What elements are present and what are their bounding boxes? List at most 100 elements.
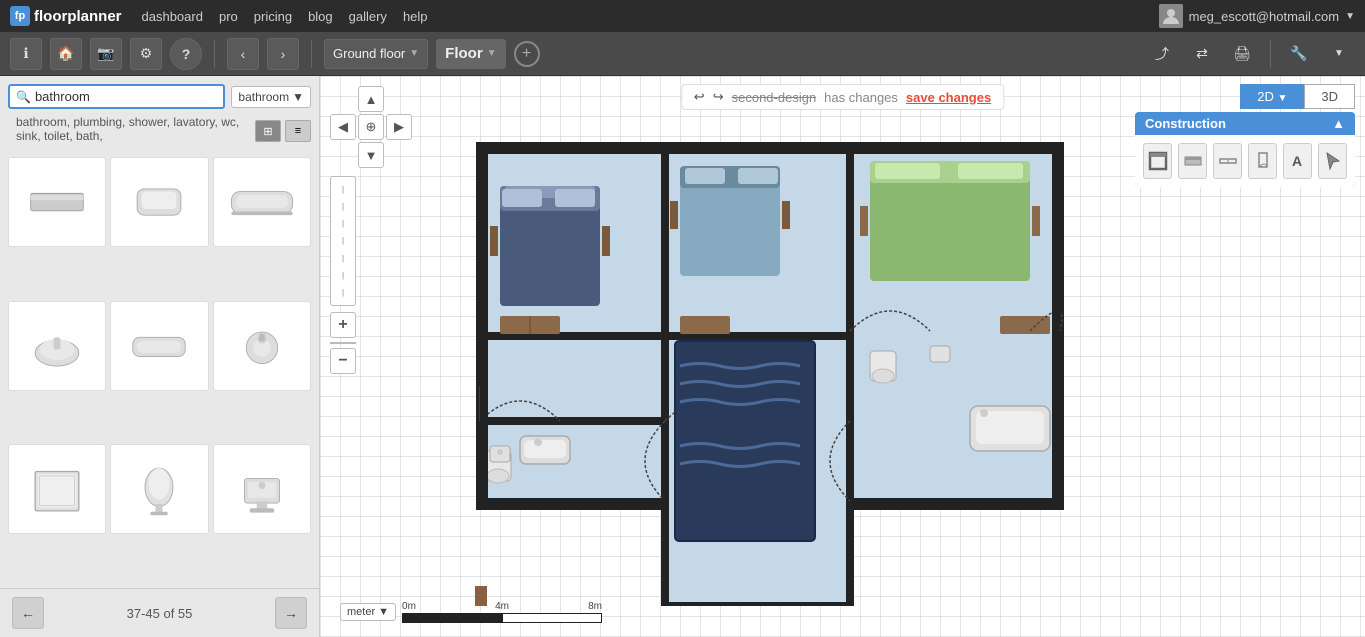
text-tool[interactable]: A	[1283, 143, 1312, 179]
floor-label: Ground floor	[333, 46, 405, 61]
list-item[interactable]	[213, 301, 311, 391]
next-page-button[interactable]: →	[275, 597, 307, 629]
scale-bar: meter ▼ 0m 4m 8m	[340, 601, 602, 623]
zoom-separator	[330, 342, 356, 344]
nav-left-button[interactable]: ‹	[227, 38, 259, 70]
zoom-in-button[interactable]: +	[330, 312, 356, 338]
network-button[interactable]: ⇄	[1186, 38, 1218, 70]
wall-tool[interactable]	[1143, 143, 1172, 179]
scale-label-0: 0m	[402, 601, 416, 612]
construction-title: Construction	[1145, 116, 1226, 131]
view-dropdown[interactable]: Floor ▼	[436, 39, 505, 69]
scale-label-8: 8m	[588, 601, 602, 612]
pan-up-button[interactable]: ▲	[358, 86, 384, 112]
nav-right-button[interactable]: ›	[267, 38, 299, 70]
photo-icon: 📷	[97, 45, 114, 62]
network-icon: ⇄	[1196, 45, 1208, 62]
scale-ruler: 0m 4m 8m	[402, 601, 602, 623]
nav-dashboard[interactable]: dashboard	[142, 9, 203, 24]
list-item[interactable]	[110, 444, 208, 534]
nav-help[interactable]: help	[403, 9, 428, 24]
item-image	[227, 454, 297, 524]
construction-collapse-icon[interactable]: ▲	[1332, 116, 1345, 131]
scale-bar-graphic	[402, 613, 602, 623]
save-changes-link[interactable]: save changes	[906, 90, 991, 105]
prev-page-button[interactable]: ←	[12, 597, 44, 629]
list-item[interactable]	[8, 157, 106, 247]
search-input[interactable]	[35, 89, 217, 104]
toolbar-sep-1	[214, 40, 215, 68]
gear-icon: ⚙	[140, 45, 153, 62]
gear-button[interactable]: ⚙	[130, 38, 162, 70]
logo-icon: fp	[10, 6, 30, 26]
pan-left-button[interactable]: ◀	[330, 114, 356, 140]
more-button[interactable]: ▼	[1323, 38, 1355, 70]
window-tool[interactable]	[1213, 143, 1242, 179]
item-image	[227, 167, 297, 237]
list-item[interactable]	[110, 301, 208, 391]
app-logo[interactable]: fp floorplanner	[10, 6, 122, 26]
item-image	[124, 311, 194, 381]
door-tool[interactable]	[1248, 143, 1277, 179]
more-icon: ▼	[1334, 48, 1344, 59]
view-toggle-btns: ⊞ ≡	[255, 120, 311, 142]
select-tool[interactable]	[1318, 143, 1347, 179]
user-area[interactable]: meg_escott@hotmail.com ▼	[1159, 4, 1355, 28]
left-panel: 🔍 bathroom ▼ bathroom, plumbing, shower,…	[0, 76, 320, 637]
add-floor-icon: +	[522, 45, 531, 63]
category-label: bathroom	[238, 90, 289, 104]
unit-dropdown[interactable]: meter ▼	[340, 603, 396, 621]
share-button[interactable]: ⤴	[1146, 38, 1178, 70]
list-item[interactable]	[110, 157, 208, 247]
floor-plan-svg[interactable]	[380, 126, 1080, 606]
category-dropdown[interactable]: bathroom ▼	[231, 86, 311, 108]
search-icon: 🔍	[16, 90, 31, 104]
list-item[interactable]	[213, 157, 311, 247]
nav-pro[interactable]: pro	[219, 9, 238, 24]
next-icon: →	[284, 605, 298, 621]
floor-dropdown[interactable]: Ground floor ▼	[324, 39, 428, 69]
top-navigation: fp floorplanner dashboard pro pricing bl…	[0, 0, 1365, 32]
photo-button[interactable]: 📷	[90, 38, 122, 70]
canvas-area[interactable]: ▲ ◀ ⊕ ▶ ▼ | | | | | | | + −	[320, 76, 1365, 637]
floor-dropdown-arrow: ▼	[409, 48, 419, 59]
list-item[interactable]	[8, 444, 106, 534]
toolbar-right: ⤴ ⇄ 🖨 🔧 ▼	[1146, 38, 1355, 70]
undo-icon[interactable]: ↩	[694, 89, 705, 105]
print-button[interactable]: 🖨	[1226, 38, 1258, 70]
grid-view-button[interactable]: ⊞	[255, 120, 281, 142]
item-image	[22, 311, 92, 381]
item-image	[227, 311, 297, 381]
home-icon: 🏠	[57, 45, 74, 62]
main-content: 🔍 bathroom ▼ bathroom, plumbing, shower,…	[0, 76, 1365, 637]
3d-view-button[interactable]: 3D	[1304, 84, 1355, 109]
wrench-button[interactable]: 🔧	[1283, 38, 1315, 70]
nav-gallery[interactable]: gallery	[349, 9, 387, 24]
view-label: Floor	[445, 45, 483, 62]
list-item[interactable]	[8, 301, 106, 391]
construction-header[interactable]: Construction ▲	[1135, 112, 1355, 135]
info-button[interactable]: ℹ	[10, 38, 42, 70]
zoom-out-button[interactable]: −	[330, 348, 356, 374]
nav-right-icon: ›	[281, 46, 286, 62]
pagination: ← 37-45 of 55 →	[0, 588, 319, 637]
user-avatar	[1159, 4, 1183, 28]
2d-view-button[interactable]: 2D ▼	[1240, 84, 1304, 109]
help-button[interactable]: ?	[170, 38, 202, 70]
notification-text: second-design	[732, 90, 817, 105]
wrench-icon: 🔧	[1290, 45, 1307, 62]
ruler: | | | | | | |	[330, 176, 356, 306]
home-button[interactable]: 🏠	[50, 38, 82, 70]
redo-icon[interactable]: ↪	[713, 89, 724, 105]
add-floor-button[interactable]: +	[514, 41, 540, 67]
list-item[interactable]	[213, 444, 311, 534]
nav-pricing[interactable]: pricing	[254, 9, 292, 24]
floor-tool[interactable]	[1178, 143, 1207, 179]
category-arrow: ▼	[292, 90, 304, 104]
nav-blog[interactable]: blog	[308, 9, 333, 24]
list-view-button[interactable]: ≡	[285, 120, 311, 142]
app-name: floorplanner	[34, 8, 122, 25]
pagination-info: 37-45 of 55	[127, 606, 193, 621]
search-input-wrap[interactable]: 🔍	[8, 84, 225, 109]
user-email: meg_escott@hotmail.com	[1189, 9, 1339, 24]
